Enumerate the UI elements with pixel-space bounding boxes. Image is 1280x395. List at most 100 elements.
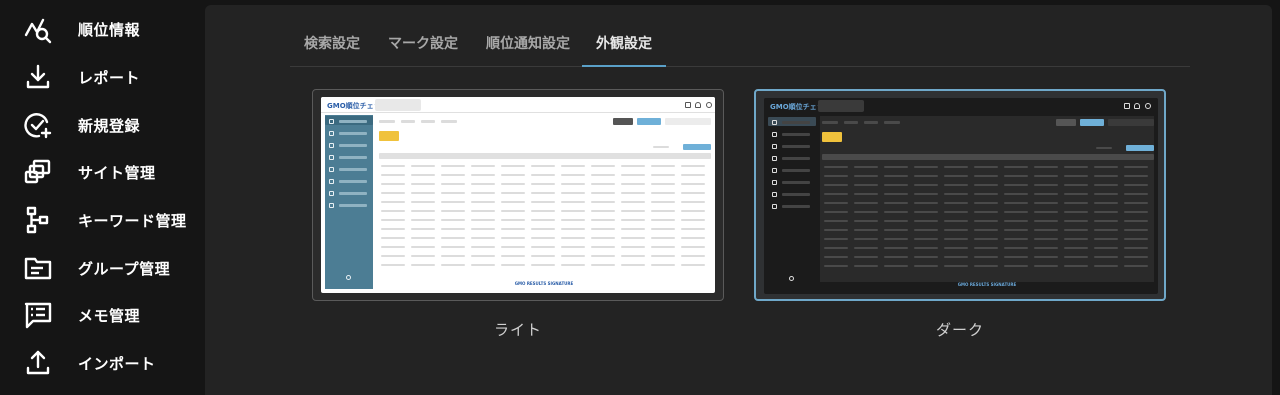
preview-table-cell <box>944 229 968 231</box>
preview-table-cell <box>914 211 938 213</box>
preview-table-cell <box>824 211 848 213</box>
download-icon <box>22 61 54 93</box>
preview-table-cell <box>884 175 908 177</box>
preview-table-cell <box>411 255 435 257</box>
preview-sidebar-line <box>782 121 810 124</box>
sidebar-item-keywords[interactable]: キーワード管理 <box>0 200 205 240</box>
preview-table-cell <box>914 238 938 240</box>
preview-sidebar-icon <box>772 144 777 149</box>
preview-table-cell <box>1094 175 1118 177</box>
sidebar-item-rank-info[interactable]: 順位情報 <box>0 9 205 49</box>
preview-sidebar-line <box>339 120 367 123</box>
preview-sidebar-icon <box>329 167 334 172</box>
preview-date-field <box>653 146 669 148</box>
preview-table-cell <box>944 247 968 249</box>
preview-user-icon <box>706 102 712 108</box>
preview-table-cell <box>561 192 585 194</box>
sidebar-item-sites[interactable]: サイト管理 <box>0 152 205 192</box>
preview-toolbar-line <box>844 121 858 124</box>
preview-table-cell <box>1064 247 1088 249</box>
preview-table-cell <box>1124 175 1148 177</box>
preview-table-cell <box>1064 229 1088 231</box>
preview-table-cell <box>501 210 525 212</box>
preview-table-cell <box>501 228 525 230</box>
theme-card-dark[interactable]: GMO順位チェッカー GMO RESULTS SIGNATURE <box>754 89 1166 301</box>
preview-sidebar-icon <box>772 180 777 185</box>
theme-card-light[interactable]: GMO順位チェッカー GMO RESULTS SIGNATURE <box>312 89 724 301</box>
preview-table-cell <box>441 174 465 176</box>
preview-table-cell <box>854 265 878 267</box>
tab-mark-settings[interactable]: マーク設定 <box>388 33 458 67</box>
preview-table-cell <box>651 174 675 176</box>
preview-table-cell <box>471 183 495 185</box>
preview-table-cell <box>1034 229 1058 231</box>
sidebar-item-register[interactable]: 新規登録 <box>0 105 205 145</box>
preview-table-cell <box>591 201 615 203</box>
preview-table-cell <box>974 193 998 195</box>
preview-table-cell <box>1004 220 1028 222</box>
preview-table-cell <box>1064 211 1088 213</box>
preview-content <box>820 116 1154 282</box>
preview-table-cell <box>411 264 435 266</box>
preview-table-cell <box>441 237 465 239</box>
preview-table-cell <box>884 166 908 168</box>
preview-table-cell <box>1064 202 1088 204</box>
preview-table-cell <box>651 192 675 194</box>
preview-table-cell <box>824 220 848 222</box>
preview-table-cell <box>591 219 615 221</box>
preview-table-cell <box>854 256 878 258</box>
preview-sidebar <box>768 116 816 290</box>
preview-table-cell <box>381 165 405 167</box>
preview-table-cell <box>471 201 495 203</box>
sidebar-item-import[interactable]: インポート <box>0 343 205 383</box>
preview-sidebar-line <box>782 193 810 196</box>
tab-search-settings[interactable]: 検索設定 <box>304 33 360 67</box>
preview-table-cell <box>561 228 585 230</box>
preview-sidebar-line <box>339 204 367 207</box>
preview-sidebar-icon <box>772 156 777 161</box>
preview-table-cell <box>914 166 938 168</box>
preview-table-cell <box>1064 220 1088 222</box>
sidebar-item-memos[interactable]: メモ管理 <box>0 295 205 335</box>
preview-table-cell <box>854 184 878 186</box>
preview-table-cell <box>1124 193 1148 195</box>
preview-date-button <box>683 144 711 150</box>
settings-tabs: 検索設定 マーク設定 順位通知設定 外観設定 <box>290 27 1190 67</box>
preview-table-cell <box>1094 256 1118 258</box>
preview-sidebar-icon <box>772 192 777 197</box>
sidebar-item-groups[interactable]: グループ管理 <box>0 248 205 288</box>
preview-table-cell <box>1064 256 1088 258</box>
preview-table-cell <box>1034 166 1058 168</box>
preview-table-cell <box>1124 247 1148 249</box>
theme-label-light: ライト <box>493 321 542 339</box>
preview-table-cell <box>381 219 405 221</box>
preview-table-cell <box>1094 238 1118 240</box>
preview-table-cell <box>914 265 938 267</box>
preview-table-cell <box>561 246 585 248</box>
sidebar-item-label: サイト管理 <box>78 163 156 182</box>
tab-rank-notification-settings[interactable]: 順位通知設定 <box>486 33 570 67</box>
preview-table-cell <box>681 201 705 203</box>
preview-table-cell <box>824 193 848 195</box>
preview-sidebar-icon <box>772 168 777 173</box>
preview-table-cell <box>1094 193 1118 195</box>
preview-table-cell <box>501 183 525 185</box>
preview-table-header <box>379 153 711 159</box>
preview-table-cell <box>531 183 555 185</box>
preview-table-cell <box>824 229 848 231</box>
preview-table-cell <box>591 246 615 248</box>
tab-appearance-settings[interactable]: 外観設定 <box>582 33 666 67</box>
sidebar-item-report[interactable]: レポート <box>0 57 205 97</box>
preview-sidebar-line <box>339 168 367 171</box>
preview-table-cell <box>824 256 848 258</box>
preview-table-cell <box>681 210 705 212</box>
preview-toolbar-line <box>401 120 415 123</box>
preview-table-cell <box>1004 211 1028 213</box>
preview-table-cell <box>531 264 555 266</box>
preview-table-cell <box>1124 184 1148 186</box>
preview-table-cell <box>561 255 585 257</box>
preview-table-cell <box>381 192 405 194</box>
preview-table-cell <box>944 193 968 195</box>
preview-table-cell <box>651 264 675 266</box>
preview-sidebar-line <box>782 169 810 172</box>
